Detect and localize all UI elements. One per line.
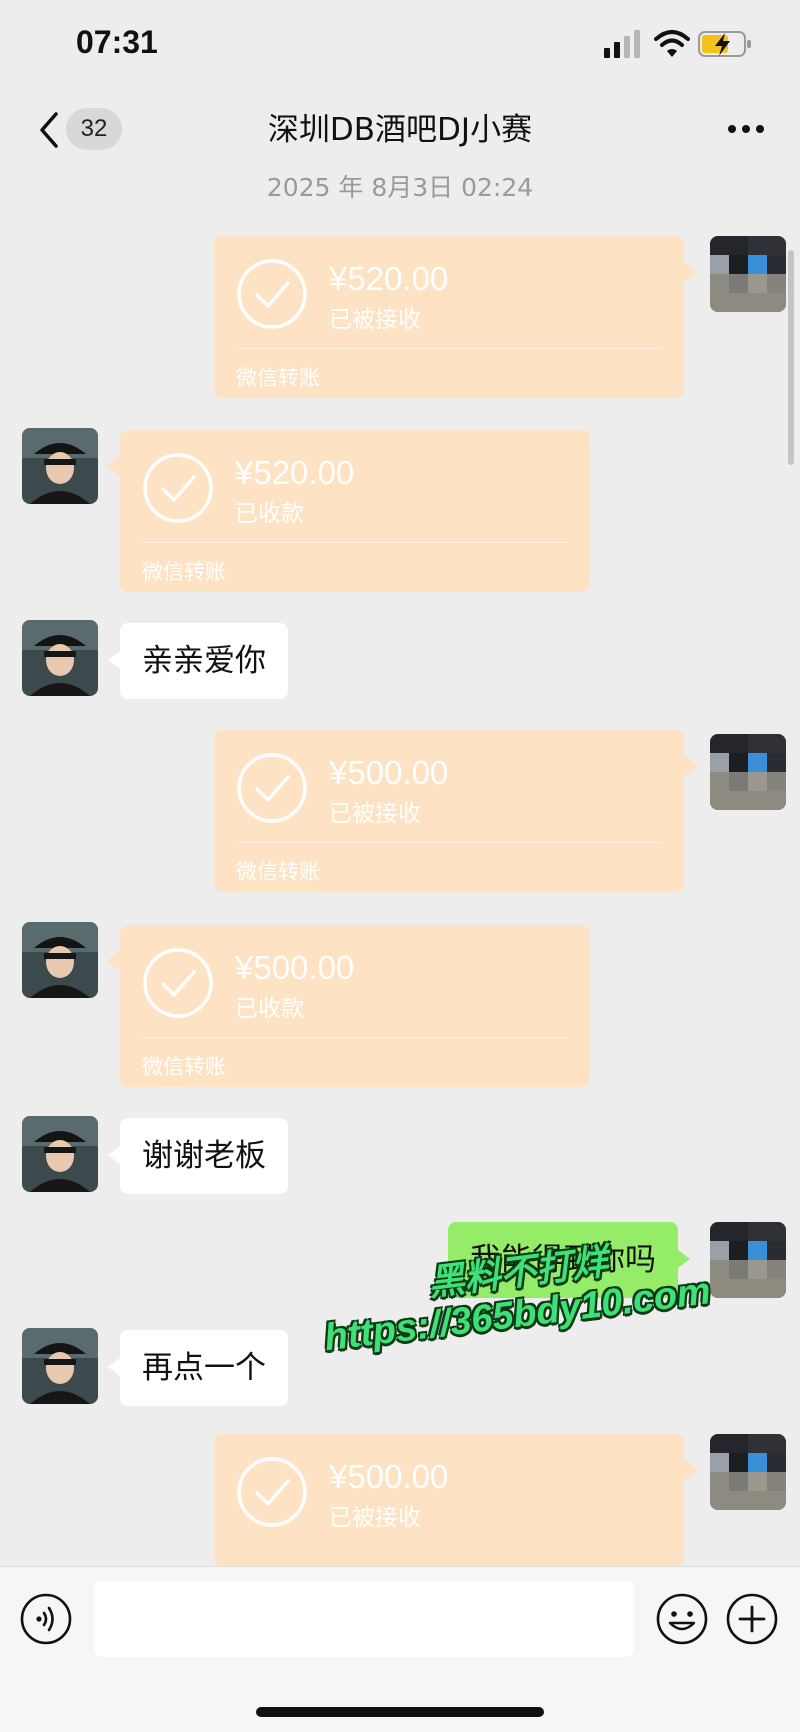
received-message-bubble[interactable]: 谢谢老板 [108, 1118, 288, 1194]
status-bar: 07:31 [0, 0, 800, 90]
self-avatar[interactable] [710, 236, 786, 312]
voice-icon[interactable] [20, 1593, 72, 1645]
contact-avatar[interactable] [22, 1328, 98, 1404]
transfer-amount: ¥500.00 [329, 1458, 449, 1495]
transfer-amount: ¥500.00 [235, 949, 355, 986]
divider [236, 348, 662, 349]
transfer-service-label: 微信转账 [236, 366, 320, 390]
wifi-icon [654, 30, 690, 57]
transfer-card[interactable]: ¥520.00 已收款 微信转账 [106, 430, 590, 592]
transfer-status: 已收款 [235, 996, 304, 1022]
chat-header: 32 深圳DB酒吧DJ小赛 [0, 90, 800, 170]
transfer-status: 已被接收 [329, 801, 421, 827]
status-time: 07:31 [76, 24, 158, 60]
message-input[interactable] [94, 1581, 634, 1657]
transfer-amount: ¥520.00 [235, 454, 355, 491]
transfer-card[interactable]: ¥500.00 已收款 微信转账 [106, 925, 590, 1087]
transfer-card[interactable]: ¥520.00 已被接收 微信转账 [214, 236, 698, 398]
check-circle-icon [237, 753, 307, 823]
contact-avatar[interactable] [22, 428, 98, 504]
back-chevron-icon[interactable] [36, 110, 60, 150]
check-circle-icon [143, 948, 213, 1018]
transfer-service-label: 微信转账 [142, 1055, 226, 1079]
check-circle-icon [237, 1457, 307, 1527]
plus-icon[interactable] [726, 1593, 778, 1645]
transfer-status: 已被接收 [329, 307, 421, 333]
transfer-service-label: 微信转账 [142, 560, 226, 584]
more-dots-icon[interactable] [726, 116, 766, 142]
contact-avatar[interactable] [22, 922, 98, 998]
received-message-bubble[interactable]: 亲亲爱你 [108, 623, 288, 699]
signal-icon [604, 30, 640, 58]
input-bar [0, 1566, 800, 1732]
home-indicator [256, 1707, 544, 1717]
check-circle-icon [143, 453, 213, 523]
unread-count-badge[interactable]: 32 [66, 108, 122, 150]
message-timestamp: 2025 年 8月3日 02:24 [266, 173, 534, 202]
self-avatar[interactable] [710, 734, 786, 810]
watermark: 黑料不打烊 https://365bdy10.com [316, 1217, 750, 1407]
transfer-card[interactable]: ¥500.00 已被接收 [214, 1434, 698, 1566]
transfer-service-label: 微信转账 [236, 860, 320, 884]
divider [142, 1037, 568, 1038]
received-message-bubble[interactable]: 再点一个 [108, 1330, 288, 1406]
transfer-status: 已收款 [235, 501, 304, 527]
contact-avatar[interactable] [22, 1116, 98, 1192]
self-avatar[interactable] [710, 1434, 786, 1510]
check-circle-icon [237, 259, 307, 329]
transfer-status: 已被接收 [329, 1505, 421, 1531]
divider [236, 842, 662, 843]
divider [142, 542, 568, 543]
contact-avatar[interactable] [22, 620, 98, 696]
transfer-amount: ¥500.00 [329, 754, 449, 791]
chat-title: 深圳DB酒吧DJ小赛 [267, 112, 533, 148]
transfer-amount: ¥520.00 [329, 260, 449, 297]
battery-charging-icon [698, 31, 751, 57]
scrollbar[interactable] [788, 250, 794, 465]
emoji-icon[interactable] [656, 1593, 708, 1645]
transfer-card[interactable]: ¥500.00 已被接收 微信转账 [214, 730, 698, 892]
